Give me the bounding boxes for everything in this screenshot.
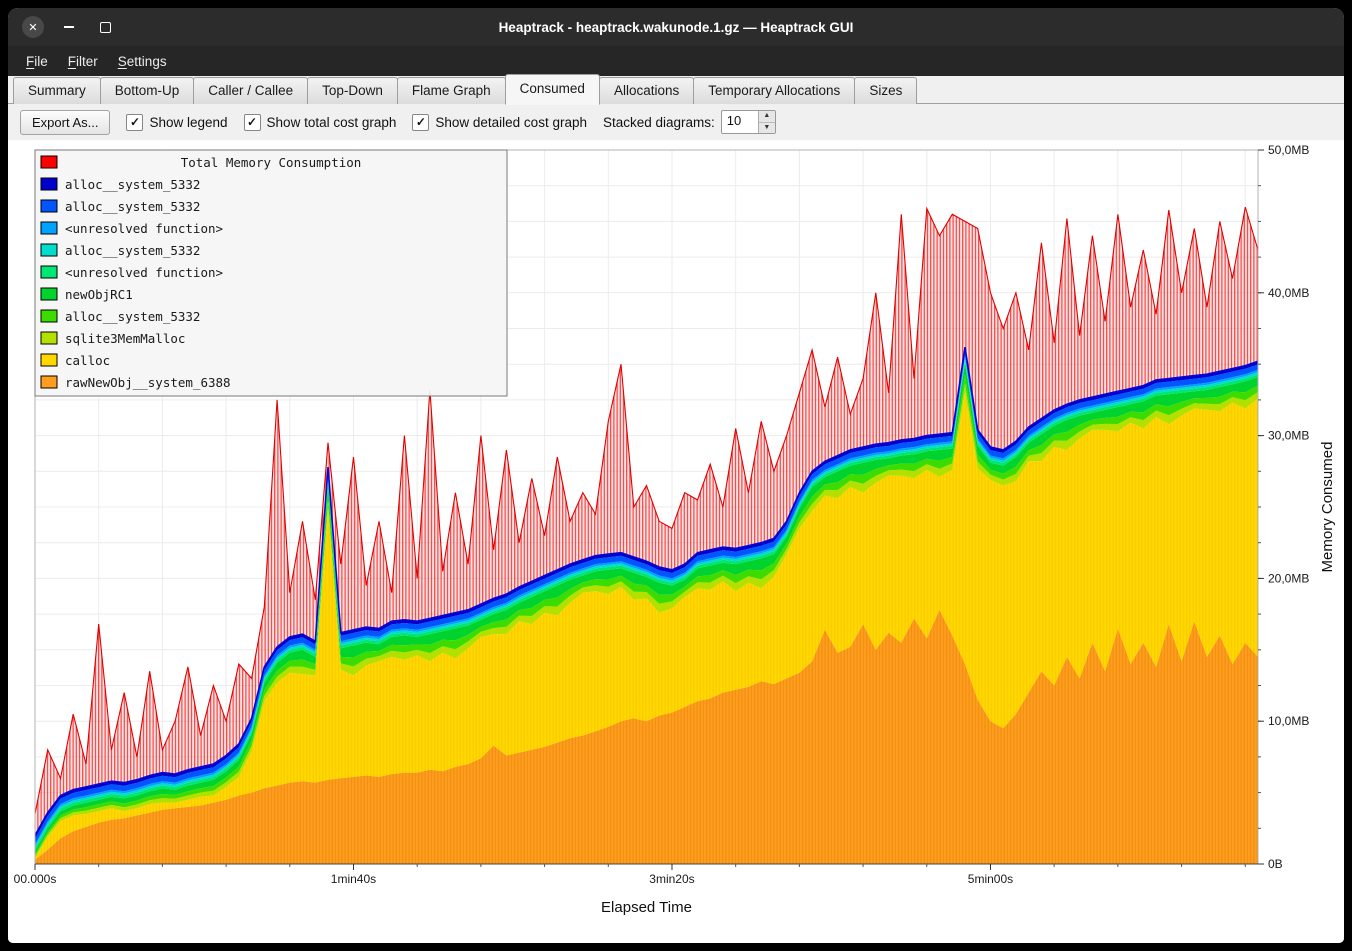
y-tick-label: 20,0MB [1268,571,1309,585]
legend-entry-label: newObjRC1 [65,287,133,302]
y-tick-label: 0B [1268,857,1283,871]
tab-allocations[interactable]: Allocations [599,77,694,104]
legend-swatch [41,376,57,388]
y-tick-label: 30,0MB [1268,429,1309,443]
stacked-diagrams-spinbox[interactable]: 10 ▲ ▼ [721,110,776,134]
stepper-up-button[interactable]: ▲ [759,111,775,123]
tab-bottom-up[interactable]: Bottom-Up [100,77,195,104]
chart-area: 00.000s 1min40s 3min20s 5min00s 0B 10,0MB 20,0… [8,140,1344,943]
legend-swatch [41,178,57,190]
legend-swatch [41,266,57,278]
checkbox-label: Show legend [149,115,227,130]
legend-swatch [41,244,57,256]
x-tick-label: 00.000s [14,872,57,886]
menu-item-settings[interactable]: Settings [108,50,177,73]
legend-entry-label: calloc [65,353,110,368]
checkbox-label: Show detailed cost graph [435,115,587,130]
legend-swatch [41,200,57,212]
menubar: FileFilterSettings [8,46,1344,76]
legend-title: Total Memory Consumption [181,155,362,170]
toolbar: Export As... ✓ Show legend ✓ Show total cos… [8,104,1344,140]
checkbox-show-legend[interactable]: ✓ Show legend [126,114,227,131]
stepper-down-button[interactable]: ▼ [759,123,775,134]
chart-legend: Total Memory Consumption alloc__system_53… [35,150,507,396]
legend-swatch [41,354,57,366]
stacked-diagrams-group: Stacked diagrams: 10 ▲ ▼ [603,110,776,134]
maximize-button[interactable] [94,16,116,38]
legend-entry-label: alloc__system_5332 [65,243,200,258]
tab-temporary-allocations[interactable]: Temporary Allocations [693,77,855,104]
y-axis-title: Memory Consumed [1319,442,1336,573]
x-axis-title: Elapsed Time [601,899,692,916]
legend-entry-label: <unresolved function> [65,265,223,280]
checkmark-icon: ✓ [244,114,261,131]
legend-entry-label: <unresolved function> [65,221,223,236]
checkbox-group: ✓ Show legend ✓ Show total cost graph ✓ Show … [126,114,587,131]
legend-swatch [41,310,57,322]
y-tick-label: 50,0MB [1268,143,1309,157]
checkbox-show-total-cost-graph[interactable]: ✓ Show total cost graph [244,114,397,131]
export-as-button[interactable]: Export As... [20,110,110,135]
window-controls: ✕ [22,8,116,46]
legend-swatch [41,156,57,168]
legend-entry-label: sqlite3MemMalloc [65,331,185,346]
close-button[interactable]: ✕ [22,16,44,38]
stacked-diagrams-value[interactable]: 10 [722,111,758,133]
tab-summary[interactable]: Summary [13,77,101,104]
checkmark-icon: ✓ [126,114,143,131]
x-tick-label: 1min40s [331,872,376,886]
x-tick-label: 5min00s [968,872,1013,886]
tab-flame-graph[interactable]: Flame Graph [397,77,506,104]
window-title: Heaptrack - heaptrack.wakunode.1.gz — He… [499,20,854,35]
checkbox-label: Show total cost graph [267,115,397,130]
tab-sizes[interactable]: Sizes [854,77,917,104]
legend-swatch [41,222,57,234]
menu-item-file[interactable]: File [16,50,58,73]
legend-swatch [41,332,57,344]
tabbar: SummaryBottom-UpCaller / CalleeTop-DownF… [8,76,1344,104]
legend-entry-label: rawNewObj__system_6388 [65,375,231,390]
y-tick-label: 40,0MB [1268,286,1309,300]
legend-entry-label: alloc__system_5332 [65,199,200,214]
minimize-button[interactable] [58,16,80,38]
titlebar: ✕ Heaptrack - heaptrack.wakunode.1.gz — … [8,8,1344,46]
y-tick-label: 10,0MB [1268,714,1309,728]
x-tick-label: 3min20s [649,872,694,886]
tab-consumed[interactable]: Consumed [505,74,600,105]
checkmark-icon: ✓ [412,114,429,131]
tab-caller-callee[interactable]: Caller / Callee [193,77,308,104]
legend-swatch [41,288,57,300]
legend-entry-label: alloc__system_5332 [65,177,200,192]
legend-entry-label: alloc__system_5332 [65,309,200,324]
stacked-diagrams-label: Stacked diagrams: [603,115,715,130]
app-window: ✕ Heaptrack - heaptrack.wakunode.1.gz — … [8,8,1344,943]
checkbox-show-detailed-cost-graph[interactable]: ✓ Show detailed cost graph [412,114,587,131]
memory-consumption-chart[interactable]: 00.000s 1min40s 3min20s 5min00s 0B 10,0MB 20,0… [8,140,1344,943]
menu-item-filter[interactable]: Filter [58,50,108,73]
tab-top-down[interactable]: Top-Down [307,77,398,104]
